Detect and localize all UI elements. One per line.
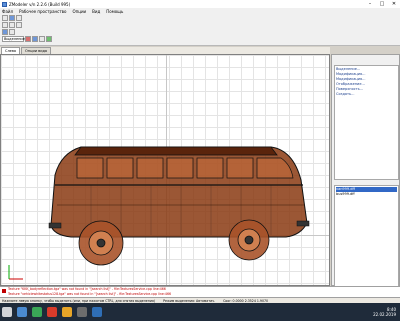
save-file-icon[interactable] bbox=[16, 15, 22, 21]
new-file-icon[interactable] bbox=[2, 15, 8, 21]
open-file-icon[interactable] bbox=[9, 15, 15, 21]
cut-icon[interactable] bbox=[16, 22, 22, 28]
3d-viewport[interactable] bbox=[0, 54, 330, 286]
status-hint: Нажмите левую кнопку, чтобы выделить (ил… bbox=[2, 298, 156, 303]
toolbar-area: Выделение bbox=[0, 14, 400, 46]
view-icon[interactable] bbox=[2, 29, 8, 35]
tab-view-options[interactable]: Опции вида bbox=[21, 47, 52, 54]
minimize-button[interactable]: – bbox=[364, 0, 376, 8]
menu-options[interactable]: Опции bbox=[72, 9, 86, 14]
log-panel: Texture "KKK_bodyreflection.tga" was not… bbox=[0, 286, 400, 297]
opera-icon[interactable] bbox=[47, 307, 57, 317]
window-title: ZModeler v/n 2.2.6 (Build 995) bbox=[9, 1, 71, 7]
explorer-icon[interactable] bbox=[17, 307, 27, 317]
command-list: Выделение... Модификация... Модификация.… bbox=[334, 65, 399, 180]
chrome-icon[interactable] bbox=[32, 307, 42, 317]
error-icon bbox=[2, 289, 6, 293]
scene-tree: van999.dff bus999.dff bbox=[334, 185, 399, 295]
move-icon[interactable] bbox=[25, 36, 31, 42]
close-button[interactable]: ✕ bbox=[388, 0, 400, 8]
zmodeler-task-icon[interactable] bbox=[77, 307, 87, 317]
windows-taskbar: 8:40 22.02.2019 bbox=[0, 303, 400, 321]
menu-workspace[interactable]: Рабочее пространство bbox=[19, 9, 66, 14]
tree-item-bus[interactable]: bus999.dff bbox=[336, 192, 397, 197]
undo-icon[interactable] bbox=[2, 22, 8, 28]
scale-icon[interactable] bbox=[46, 36, 52, 42]
taskbar-clock[interactable]: 8:40 22.02.2019 bbox=[373, 307, 400, 317]
clock-date: 22.02.2019 bbox=[373, 312, 396, 317]
grid-icon[interactable] bbox=[9, 29, 15, 35]
axis-gizmo-icon bbox=[8, 265, 23, 280]
rotate-icon[interactable] bbox=[39, 36, 45, 42]
status-coords: Coor: 0.0000 2.3524 1.9070 bbox=[223, 298, 269, 303]
redo-icon[interactable] bbox=[9, 22, 15, 28]
tab-left-view[interactable]: Слева bbox=[1, 47, 21, 54]
word-icon[interactable] bbox=[92, 307, 102, 317]
right-panel: Выделение... Модификация... Модификация.… bbox=[331, 54, 400, 295]
viewport-tabs: Слева Опции вида bbox=[0, 47, 330, 54]
menu-file[interactable]: Файл bbox=[2, 9, 13, 14]
menu-help[interactable]: Помощь bbox=[106, 9, 123, 14]
select-icon[interactable] bbox=[32, 36, 38, 42]
maximize-button[interactable]: □ bbox=[376, 0, 388, 8]
start-icon[interactable] bbox=[2, 307, 12, 317]
menu-view[interactable]: Вид bbox=[92, 9, 100, 14]
mode-select[interactable]: Выделение bbox=[2, 36, 25, 42]
status-mode: Режим выделения: Автоматич. bbox=[163, 298, 216, 303]
van-wireframe-model[interactable] bbox=[1, 55, 330, 286]
app-icon bbox=[2, 1, 7, 7]
folder-icon[interactable] bbox=[62, 307, 72, 317]
title-bar: ZModeler v/n 2.2.6 (Build 995) – □ ✕ bbox=[0, 0, 400, 8]
command-item[interactable]: Создать... bbox=[336, 92, 397, 97]
